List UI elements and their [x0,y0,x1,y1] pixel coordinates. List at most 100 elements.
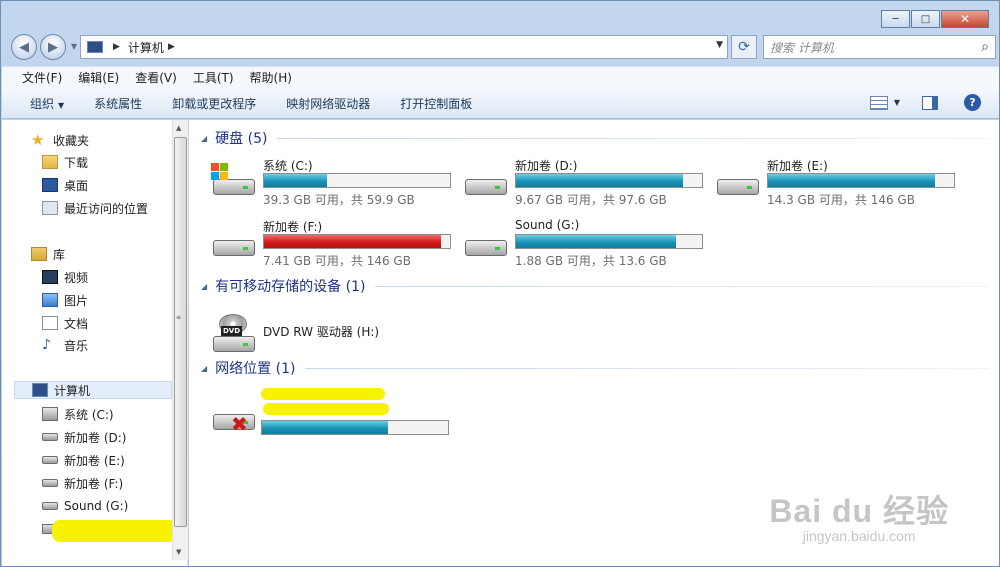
group-title: 有可移动存储的设备 (1) [215,279,366,295]
drive-free-space: 9.67 GB 可用，共 97.6 GB [515,193,667,207]
refresh-button[interactable]: ⟳ [731,35,757,59]
drive-usage-fill [264,174,328,187]
sidebar-item-drive-e[interactable]: 新加卷 (E:) [42,451,125,469]
drive-usage-fill [516,174,684,187]
sidebar-item-drive-d[interactable]: 新加卷 (D:) [42,428,126,446]
scrollbar-thumb[interactable] [174,137,187,527]
collapse-group-icon[interactable]: ◢ [201,364,207,373]
drive-free-space: 7.41 GB 可用，共 146 GB [263,254,411,268]
search-input[interactable]: 搜索 计算机 ⌕ [763,35,996,59]
sidebar-item-pictures[interactable]: 图片 [42,291,88,309]
preview-pane-icon[interactable] [922,95,938,110]
breadcrumb-computer[interactable]: 计算机 [128,39,164,56]
menu-file[interactable]: 文件(F) [22,69,62,86]
help-icon[interactable]: ? [964,94,981,111]
maximize-button[interactable]: □ [911,10,940,28]
sidebar-item-label: 下载 [64,155,89,170]
menu-view[interactable]: 查看(V) [135,69,177,86]
back-button[interactable]: ◀ [11,34,37,60]
breadcrumb-chevron-icon[interactable]: ▶ [168,42,175,52]
drive-name: Sound (G:) [515,218,580,232]
group-divider [375,285,989,287]
drive-name: 新加卷 (D:) [515,159,578,173]
forward-button[interactable]: ▶ [40,34,66,60]
sidebar-item-label: Sound (G:) [64,499,129,513]
search-icon[interactable]: ⌕ [981,39,989,55]
dvd-disc-label: DVD [221,326,243,336]
sidebar-item-label: 音乐 [64,338,89,353]
sidebar-computer[interactable]: 计算机 [14,381,172,399]
drive-name: 新加卷 (E:) [767,159,828,173]
sidebar-item-label: 新加卷 (E:) [64,453,125,468]
drive-item-e[interactable]: 新加卷 (E:) 14.3 GB 可用，共 146 GB [715,157,955,209]
hard-drive-icon [42,456,58,464]
drive-item-g[interactable]: Sound (G:) 1.88 GB 可用，共 13.6 GB [463,218,703,270]
sidebar-item-drive-g[interactable]: Sound (G:) [42,497,128,515]
sidebar-item-videos[interactable]: 视频 [42,268,88,286]
menu-edit[interactable]: 编辑(E) [78,69,119,86]
music-note-icon: ♪ [42,337,51,353]
address-dropdown-icon[interactable]: ▼ [716,40,723,50]
sidebar-item-desktop[interactable]: 桌面 [42,176,88,194]
sidebar-favorites[interactable]: ★ 收藏夹 [31,131,89,149]
drive-item-c[interactable]: 系统 (C:) 39.3 GB 可用，共 59.9 GB [211,157,451,209]
system-properties-button[interactable]: 系统属性 [94,95,142,112]
drive-item-dvd[interactable]: DVD DVD RW 驱动器 (H:) [211,314,451,354]
view-options-dropdown-icon[interactable]: ▼ [894,98,900,107]
collapse-group-icon[interactable]: ◢ [201,282,207,291]
drive-item-d[interactable]: 新加卷 (D:) 9.67 GB 可用，共 97.6 GB [463,157,703,209]
group-network-locations[interactable]: ◢ 网络位置 (1) [189,358,999,378]
map-network-drive-button[interactable]: 映射网络驱动器 [286,95,370,112]
sidebar-item-drive-c[interactable]: 系统 (C:) [42,405,114,423]
sidebar-item-label: 文档 [64,316,89,331]
hard-drive-icon [715,163,761,199]
computer-icon [32,383,48,397]
star-icon: ★ [31,131,45,149]
uninstall-program-button[interactable]: 卸载或更改程序 [172,95,256,112]
menu-tools[interactable]: 工具(T) [193,69,234,86]
change-view-icon[interactable] [869,95,888,110]
highlighter-redaction [263,403,389,415]
group-hard-disks[interactable]: ◢ 硬盘 (5) [189,128,999,148]
sidebar-item-label: 视频 [64,270,89,285]
group-title: 网络位置 (1) [215,361,296,377]
open-control-panel-button[interactable]: 打开控制面板 [400,95,472,112]
collapse-group-icon[interactable]: ◢ [201,134,207,143]
network-drive-item[interactable]: ✖ [211,388,451,448]
organize-button[interactable]: 组织 ▼ [30,95,64,112]
disconnected-x-icon: ✖ [231,412,248,436]
drive-free-space: 1.88 GB 可用，共 13.6 GB [515,254,667,268]
highlighter-redaction [52,520,177,542]
sidebar-item-recent-places[interactable]: 最近访问的位置 [42,199,148,217]
recent-pages-dropdown-icon[interactable]: ▼ [71,42,77,51]
menu-help[interactable]: 帮助(H) [250,69,292,86]
baidu-watermark: Bai du 经验 jingyan.baidu.com [769,486,949,544]
sidebar-item-label: 库 [53,247,66,262]
drive-name: 新加卷 (F:) [263,220,323,234]
close-button[interactable]: ✕ [941,10,989,28]
highlighter-redaction [261,388,385,400]
command-bar: 组织 ▼ 系统属性 卸载或更改程序 映射网络驱动器 打开控制面板 ▼ ? [2,88,999,119]
drive-usage-fill [264,235,441,248]
drive-free-space: 39.3 GB 可用，共 59.9 GB [263,193,415,207]
breadcrumb-chevron-icon[interactable]: ▶ [113,42,120,52]
drive-usage-bar [261,420,449,435]
sidebar-item-label: 桌面 [64,178,89,193]
caption-buttons: ─ □ ✕ [881,10,989,28]
sidebar-item-music[interactable]: ♪ 音乐 [42,336,88,354]
sidebar-item-drive-f[interactable]: 新加卷 (F:) [42,474,123,492]
address-bar[interactable]: ▶ 计算机 ▶ ▼ [80,35,728,59]
scroll-down-icon[interactable]: ▼ [176,548,181,556]
sidebar-item-downloads[interactable]: 下载 [42,153,88,171]
scroll-up-icon[interactable]: ▲ [176,124,181,132]
sidebar-scrollbar[interactable]: ▲ ≡ ▼ [172,120,188,560]
scrollbar-grip-icon: ≡ [176,314,182,321]
sidebar-libraries[interactable]: 库 [31,245,65,263]
group-divider [277,137,989,139]
sidebar-item-label: 收藏夹 [53,133,90,148]
minimize-button[interactable]: ─ [881,10,910,28]
drive-item-f[interactable]: 新加卷 (F:) 7.41 GB 可用，共 146 GB [211,218,451,270]
group-removable-storage[interactable]: ◢ 有可移动存储的设备 (1) [189,276,999,296]
sidebar-item-documents[interactable]: 文档 [42,314,88,332]
organize-label: 组织 [30,96,55,111]
